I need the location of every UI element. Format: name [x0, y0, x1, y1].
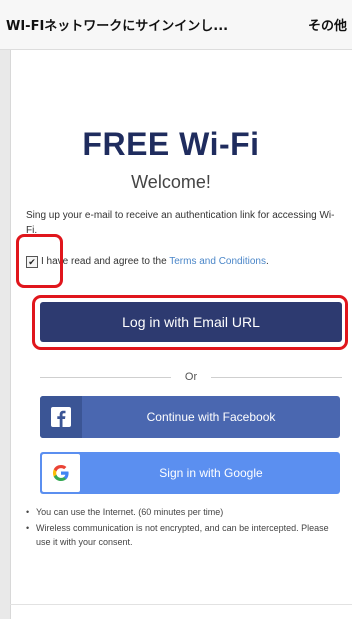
divider-line-left	[40, 376, 171, 378]
terms-agreement: ✔ I have read and agree to the Terms and …	[26, 254, 326, 270]
facebook-login-label: Continue with Facebook	[146, 410, 276, 424]
header-title: WI-FIネットワークにサインインし...	[6, 19, 229, 34]
checkbox-highlight-annotation	[16, 234, 63, 288]
google-login-button[interactable]: Sign in with Google	[40, 452, 340, 494]
note-item: You can use the Internet. (60 minutes pe…	[26, 505, 336, 519]
note-item: Wireless communication is not encrypted,…	[26, 521, 336, 549]
captive-portal-header: WI-FIネットワークにサインインし... その他	[0, 0, 352, 50]
welcome-text: Welcome!	[131, 172, 211, 192]
button-highlight-annotation	[32, 295, 348, 350]
agree-end: .	[265, 256, 269, 267]
terms-link[interactable]: Terms and Conditions	[169, 256, 266, 267]
google-login-label: Sign in with Google	[159, 466, 263, 480]
bottom-divider	[10, 604, 352, 605]
or-divider: Or	[40, 370, 343, 384]
page-title: FREE Wi-Fi	[82, 126, 260, 162]
description-text: Sing up your e-mail to receive an authen…	[26, 210, 335, 236]
other-menu-button[interactable]: その他	[308, 15, 352, 34]
facebook-logo-icon	[40, 396, 82, 438]
divider-line-right	[211, 376, 343, 378]
facebook-login-button[interactable]: Continue with Facebook	[40, 396, 340, 438]
google-logo-icon	[42, 454, 80, 492]
or-text: Or	[184, 371, 198, 383]
usage-notes: You can use the Internet. (60 minutes pe…	[26, 505, 336, 551]
